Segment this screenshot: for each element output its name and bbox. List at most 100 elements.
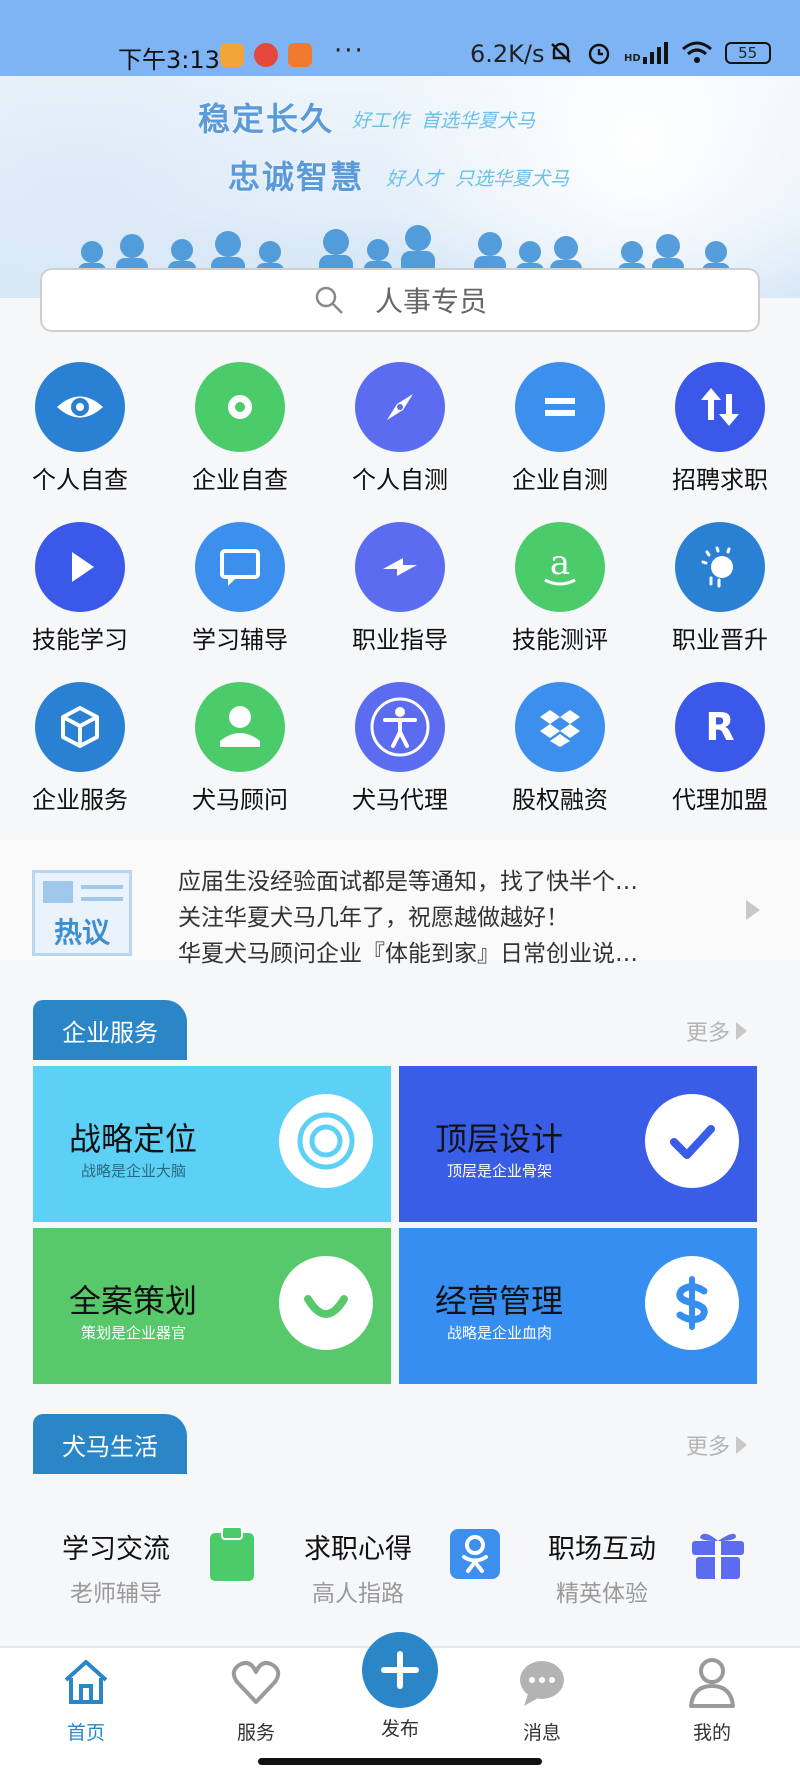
grid-item[interactable]: 个人自测 [320, 352, 480, 502]
search-box[interactable]: 人事专员 [40, 268, 760, 332]
grid-item-label: 职业指导 [352, 626, 448, 654]
grid-item-label: 学习辅导 [192, 626, 288, 654]
heart-icon [231, 1661, 281, 1704]
nav-mine[interactable]: 我的 [652, 1648, 772, 1744]
compass-icon [355, 362, 445, 452]
grid-item-label: 个人自查 [32, 466, 128, 494]
hot-item[interactable]: 应届生没经验面试都是等通知，找了快半个… [178, 862, 638, 896]
grid-item-label: 招聘求职 [672, 466, 768, 494]
message-icon [195, 522, 285, 612]
lightning-icon [355, 522, 445, 612]
grid-item[interactable]: 犬马代理 [320, 672, 480, 822]
banner-slogan-2-sub: 好人才 只选华夏犬马 [386, 168, 570, 190]
user-profile-icon [689, 1658, 735, 1708]
eye-icon [35, 362, 125, 452]
more-link-life[interactable]: 更多 [686, 1429, 748, 1461]
grid-item-label: 个人自测 [352, 466, 448, 494]
chevron-right-icon [736, 1022, 748, 1040]
home-icon [64, 1660, 108, 1704]
network-speed: 6.2K/s [470, 40, 545, 68]
amazon-icon: a [515, 522, 605, 612]
grid-item-label: 犬马顾问 [192, 786, 288, 814]
gift-icon [692, 1533, 744, 1579]
clipboard-icon [210, 1526, 254, 1581]
banner-slogan-1-sub: 好工作 首选华夏犬马 [352, 110, 536, 132]
nav-label: 我的 [692, 1722, 731, 1744]
nav-service[interactable]: 服务 [196, 1648, 316, 1744]
letter-r-icon: R [675, 682, 765, 772]
chevron-right-icon[interactable] [746, 900, 760, 920]
user-icon [195, 682, 285, 772]
life-item-study[interactable]: 学习交流 老师辅导 [40, 1515, 280, 1615]
grid-item-label: 犬马代理 [352, 786, 448, 814]
disc-icon [195, 362, 285, 452]
service-tile-planning[interactable]: 全案策划 策划是企业器官 [33, 1228, 391, 1384]
status-time: 下午3:13 [118, 46, 220, 74]
grid-item[interactable]: 个人自查 [0, 352, 160, 502]
grid-item[interactable]: R 代理加盟 [640, 672, 800, 822]
hot-item[interactable]: 关注华夏犬马几年了，祝愿越做越好！ [178, 898, 569, 932]
grid-item[interactable]: 犬马顾问 [160, 672, 320, 822]
grid-item[interactable]: 股权融资 [480, 672, 640, 822]
notification-app-icon [288, 43, 312, 67]
tile-title: 战略定位 [69, 1120, 198, 1158]
more-notifications-icon: ··· [334, 36, 365, 66]
hot-topics[interactable]: 热议 应届生没经验面试都是等通知，找了快半个… 关注华夏犬马几年了，祝愿越做越好… [0, 840, 800, 967]
equals-icon [515, 362, 605, 452]
grid-item-label: 职业晋升 [672, 626, 768, 654]
hot-item[interactable]: 华夏犬马顾问企业『体能到家』日常创业说… [178, 934, 638, 968]
life-item-workplace[interactable]: 职场互动 精英体验 [526, 1515, 766, 1615]
plus-icon [381, 1651, 419, 1689]
status-bar: 下午3:13 ··· 6.2K/s HD 55 [0, 0, 800, 76]
chevron-right-icon [736, 1436, 748, 1454]
box-icon [35, 682, 125, 772]
mute-bell-icon [551, 42, 571, 63]
grid-item[interactable]: 学习辅导 [160, 512, 320, 662]
nav-label: 首页 [66, 1722, 105, 1744]
banner-slogan-2: 忠诚智慧 [228, 158, 365, 196]
search-icon [315, 286, 343, 314]
publish-plus-button[interactable] [362, 1632, 438, 1708]
hot-badge-label: 热议 [53, 916, 110, 949]
home-indicator[interactable] [258, 1758, 542, 1765]
grid-item-label: 技能测评 [512, 626, 608, 654]
grid-item[interactable]: 企业服务 [0, 672, 160, 822]
hero-banner[interactable]: 稳定长久 好工作 首选华夏犬马 忠诚智慧 好人才 只选华夏犬马 [0, 76, 800, 298]
wifi-icon [681, 41, 712, 63]
grid-item-label: 技能学习 [32, 626, 128, 654]
nav-label: 发布 [380, 1718, 419, 1740]
grid-item[interactable]: a 技能测评 [480, 512, 640, 662]
tile-subtitle: 顶层是企业骨架 [447, 1162, 553, 1180]
grid-item-label: 企业自测 [512, 466, 608, 494]
grid-item[interactable]: 企业自查 [160, 352, 320, 502]
nav-label: 消息 [522, 1722, 561, 1744]
nav-label: 服务 [236, 1722, 275, 1744]
grid-item[interactable]: 职业晋升 [640, 512, 800, 662]
life-item-title: 职场互动 [548, 1534, 656, 1565]
notification-app-icon [254, 43, 278, 67]
service-tile-strategy[interactable]: 战略定位 战略是企业大脑 [33, 1066, 391, 1222]
swap-arrows-icon [675, 362, 765, 452]
more-label: 更多 [686, 1435, 731, 1460]
more-link-enterprise[interactable]: 更多 [686, 1015, 748, 1047]
nav-messages[interactable]: 消息 [482, 1648, 602, 1744]
grid-item[interactable]: 职业指导 [320, 512, 480, 662]
search-placeholder: 人事专员 [374, 285, 487, 318]
nav-home[interactable]: 首页 [26, 1648, 146, 1744]
life-item-subtitle: 高人指路 [312, 1581, 404, 1607]
alarm-icon [588, 43, 610, 65]
odnoklassniki-icon [450, 1529, 500, 1579]
grid-item[interactable]: 技能学习 [0, 512, 160, 662]
battery-indicator: 55 [724, 42, 771, 64]
section-tab-life: 犬马生活 [33, 1414, 187, 1474]
signal-icon [642, 42, 668, 64]
service-tile-management[interactable]: 经营管理 战略是企业血肉 [399, 1228, 757, 1384]
grid-item[interactable]: 企业自测 [480, 352, 640, 502]
target-icon [279, 1094, 373, 1188]
life-item-job[interactable]: 求职心得 高人指路 [282, 1515, 522, 1615]
network-type: HD [624, 42, 669, 64]
banner-slogan-1: 稳定长久 [198, 100, 335, 138]
grid-item[interactable]: 招聘求职 [640, 352, 800, 502]
tile-title: 顶层设计 [435, 1120, 564, 1158]
service-tile-top-design[interactable]: 顶层设计 顶层是企业骨架 [399, 1066, 757, 1222]
